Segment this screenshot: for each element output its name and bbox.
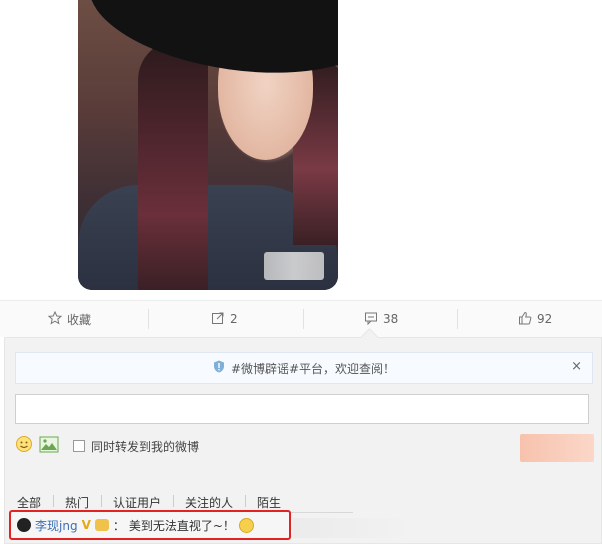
comment-text: 美到无法直视了~！ bbox=[128, 518, 235, 533]
photo-hair-left bbox=[138, 40, 208, 290]
level-badge-icon bbox=[94, 519, 109, 531]
image-icon[interactable] bbox=[39, 436, 59, 457]
notice-text[interactable]: #微博辟谣#平台，欢迎查阅！ bbox=[231, 360, 395, 377]
photo-watermark bbox=[264, 252, 324, 280]
comment-panel: #微博辟谣#平台，欢迎查阅！ × 同时转发到我的微博 全部 热门 认证用户 关注… bbox=[4, 328, 602, 544]
filter-divider bbox=[245, 495, 246, 507]
like-count: 92 bbox=[537, 312, 553, 326]
filter-tab-verified[interactable]: 认证用户 bbox=[113, 494, 161, 511]
verified-badge: V bbox=[81, 518, 91, 532]
filter-divider bbox=[101, 495, 102, 507]
filter-divider bbox=[53, 495, 54, 507]
filter-tab-strangers[interactable]: 陌生 bbox=[257, 494, 281, 511]
rumor-notice: #微博辟谣#平台，欢迎查阅！ × bbox=[15, 352, 593, 384]
like-button[interactable]: 92 bbox=[518, 309, 552, 329]
comment-count: 38 bbox=[383, 312, 399, 326]
avatar[interactable] bbox=[17, 518, 31, 532]
filter-tab-following[interactable]: 关注的人 bbox=[185, 494, 233, 511]
info-shield-icon bbox=[213, 360, 225, 376]
favorite-button[interactable]: 收藏 bbox=[47, 309, 92, 329]
post-photo[interactable] bbox=[78, 0, 338, 290]
blurred-content bbox=[293, 518, 413, 538]
filter-tab-hot[interactable]: 热门 bbox=[65, 494, 89, 511]
close-icon[interactable]: × bbox=[571, 359, 582, 374]
action-divider bbox=[148, 309, 149, 329]
comment-button[interactable]: 38 bbox=[364, 309, 398, 329]
filter-tab-all[interactable]: 全部 bbox=[17, 494, 41, 511]
filter-divider bbox=[173, 495, 174, 507]
repost-count: 2 bbox=[230, 312, 238, 326]
post-action-bar: 收藏 2 38 92 bbox=[0, 300, 602, 337]
comment-separator: ： bbox=[112, 518, 125, 533]
sync-repost-checkbox[interactable] bbox=[73, 440, 85, 452]
repost-icon bbox=[211, 311, 225, 328]
comment-username[interactable]: 李现jng bbox=[35, 517, 78, 534]
composer-tools: 同时转发到我的微博 bbox=[15, 434, 199, 458]
thumbs-up-icon bbox=[518, 311, 532, 328]
highlighted-comment: 李现jng V ： 美到无法直视了~！ bbox=[9, 510, 291, 540]
comment-icon bbox=[364, 311, 378, 328]
star-icon bbox=[47, 310, 63, 328]
repost-button[interactable]: 2 bbox=[211, 309, 238, 329]
action-divider bbox=[303, 309, 304, 329]
smile-emoji-icon bbox=[238, 517, 254, 533]
favorite-label: 收藏 bbox=[67, 312, 92, 327]
action-divider bbox=[457, 309, 458, 329]
comment-input[interactable] bbox=[15, 394, 589, 424]
emoji-icon[interactable] bbox=[15, 435, 33, 457]
comment-submit-button[interactable] bbox=[520, 434, 594, 462]
sync-repost-label: 同时转发到我的微博 bbox=[91, 439, 200, 454]
